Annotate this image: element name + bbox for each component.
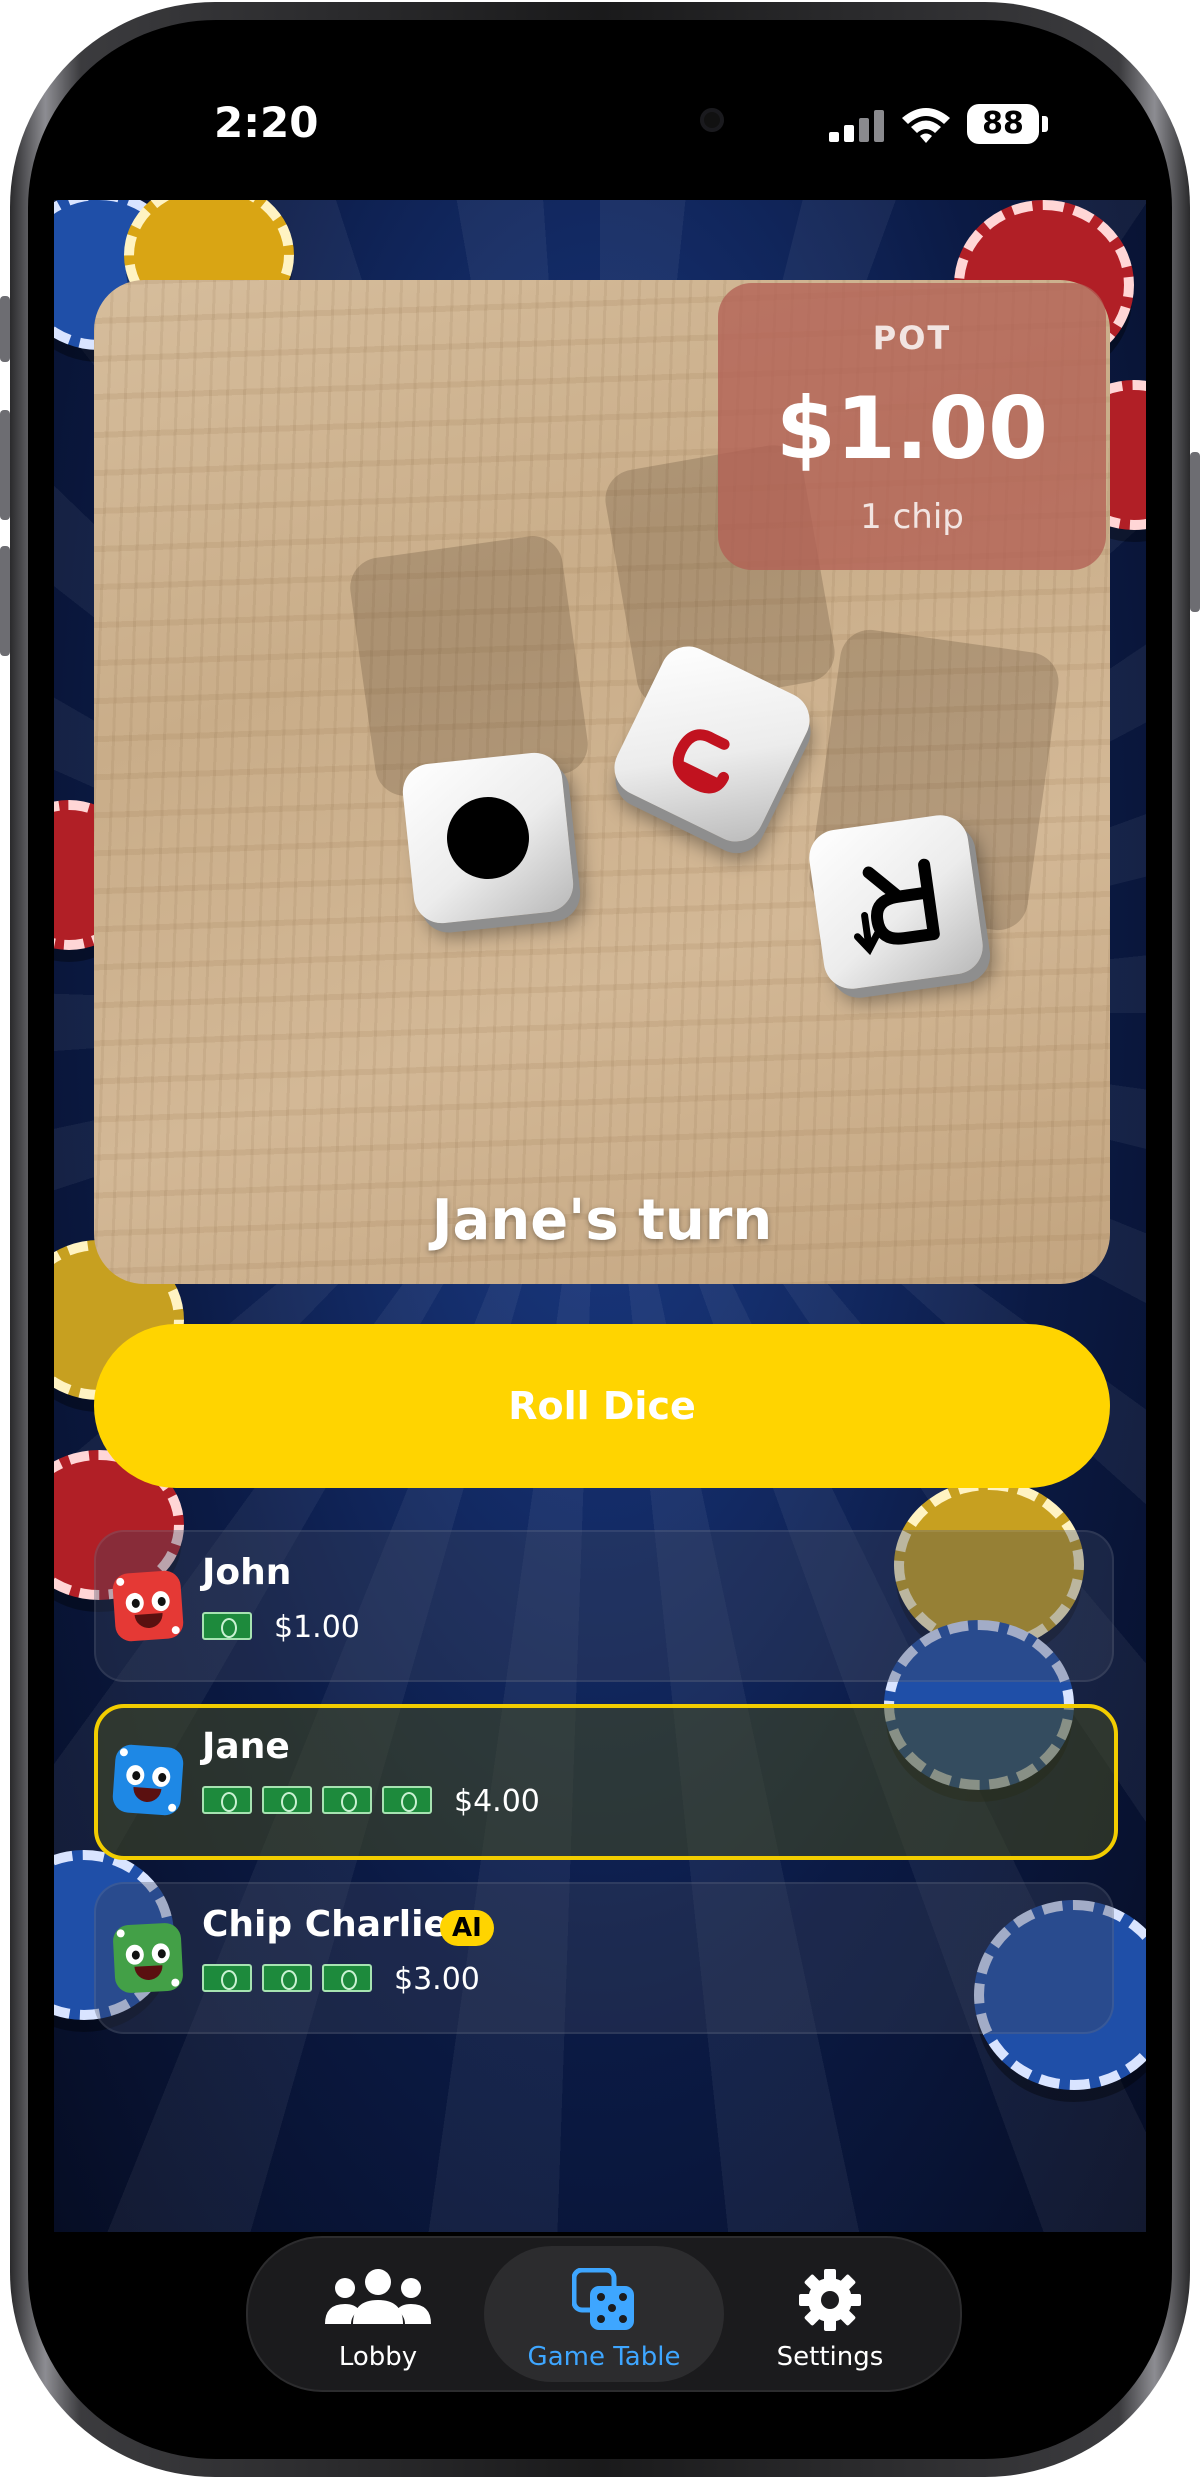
money-bill-icon [382, 1786, 432, 1814]
player-name: Jane [202, 1726, 290, 1767]
people-icon [325, 2269, 431, 2324]
player-balance: $4.00 [454, 1784, 540, 1819]
player-name: John [202, 1552, 292, 1593]
green-die-avatar-icon [112, 1922, 184, 1994]
money-bill-icon [322, 1786, 372, 1814]
player-name: Chip Charlie [202, 1904, 448, 1945]
center-glyph-icon [672, 729, 730, 794]
pot-panel: POT $1.00 1 chip [718, 283, 1106, 570]
money-bill-icon [202, 1612, 252, 1640]
right-glyph-icon [853, 858, 940, 956]
money-bill-icon [202, 1786, 252, 1814]
money-bill-icon [262, 1786, 312, 1814]
money-bill-icon [262, 1964, 312, 1992]
volume-up-button [0, 410, 10, 520]
ai-badge: AI [440, 1910, 494, 1946]
pot-amount: $1.00 [775, 379, 1049, 479]
red-die-avatar-icon [111, 1569, 185, 1643]
tab-label: Game Table [527, 2342, 681, 2372]
gear-icon [799, 2269, 861, 2331]
dice-icon [572, 2268, 634, 2330]
blue-die-avatar-icon [111, 1743, 185, 1817]
turn-indicator: Jane's turn [431, 1188, 773, 1253]
wifi-icon [902, 108, 950, 143]
front-camera [700, 108, 724, 132]
player-row-john[interactable]: John $1.00 [94, 1530, 1114, 1682]
player-row-jane[interactable]: Jane $4.00 [94, 1704, 1118, 1860]
money-bill-icon [202, 1964, 252, 1992]
battery-indicator: 88 [967, 104, 1039, 144]
money-bill-icon [322, 1964, 372, 1992]
pot-label: POT [872, 319, 952, 357]
cellular-signal-icon [829, 110, 884, 142]
volume-down-button [0, 546, 10, 656]
tab-label: Lobby [338, 2342, 418, 2372]
die-dot [400, 750, 576, 926]
status-time: 2:20 [214, 98, 319, 147]
tab-settings[interactable]: Settings [710, 2246, 950, 2382]
action-button [0, 296, 10, 362]
roll-dice-button[interactable]: Roll Dice [94, 1324, 1110, 1488]
power-button [1190, 452, 1200, 612]
tab-label: Settings [776, 2342, 884, 2372]
tab-game-table[interactable]: Game Table [484, 2246, 724, 2382]
player-balance: $3.00 [394, 1962, 480, 1997]
battery-tip [1042, 116, 1048, 132]
player-row-chip-charlie[interactable]: Chip Charlie AI $3.00 [94, 1882, 1114, 2034]
pot-chip-count: 1 chip [860, 497, 964, 537]
die-right [805, 811, 987, 993]
player-balance: $1.00 [274, 1610, 360, 1645]
tab-lobby[interactable]: Lobby [258, 2246, 498, 2382]
tab-bar: Lobby Game Table Settings [246, 2236, 962, 2392]
